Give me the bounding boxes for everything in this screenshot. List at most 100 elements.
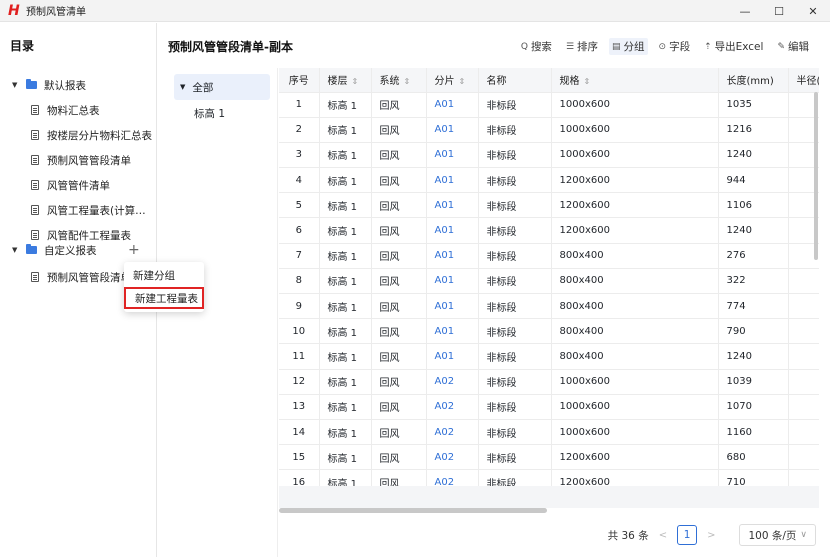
table-cell: 回风 — [371, 369, 427, 395]
table-cell: 790 — [718, 318, 789, 345]
table-row[interactable]: 3 标高 1 回风 A01 非标段 1000x600 1240 — [279, 142, 819, 169]
maximize-button[interactable]: ☐ — [762, 0, 796, 22]
tree-folder-default-reports[interactable]: ▼ 默认报表 — [12, 73, 86, 97]
document-icon — [31, 155, 39, 165]
table-cell: 1000x600 — [551, 142, 719, 169]
tree-item-custom-duct-segment-list[interactable]: 预制风管管段清单 — [31, 265, 131, 289]
table-cell: 1200x600 — [551, 167, 719, 194]
next-page-button[interactable]: > — [707, 530, 715, 541]
table-cell: 标高 1 — [319, 318, 372, 345]
table-cell: 774 — [718, 293, 789, 320]
page-size-value: 100 条/页 — [748, 529, 797, 542]
table-cell: 3 — [279, 142, 320, 169]
table-cell: 回风 — [371, 394, 427, 420]
table-cell: 4 — [279, 167, 320, 194]
sort-label: 排序 — [577, 41, 599, 53]
table-row[interactable]: 1 标高 1 回风 A01 非标段 1000x600 1035 — [279, 92, 819, 118]
table-row[interactable]: 4 标高 1 回风 A01 非标段 1200x600 944 — [279, 167, 819, 194]
table-row[interactable]: 2 标高 1 回风 A01 非标段 1000x600 1216 — [279, 117, 819, 143]
column-header[interactable]: 系统 ⇕ — [371, 68, 427, 93]
edit-button[interactable]: ✎ 编辑 — [774, 38, 812, 55]
page-1-button[interactable]: 1 — [677, 525, 698, 545]
tree-item-label: 预制风管管段清单 — [47, 271, 131, 284]
table-cell: A02 — [426, 369, 479, 395]
table-cell: A01 — [426, 142, 479, 169]
page-size-select[interactable]: 100 条/页 ∨ — [739, 524, 816, 546]
table-row[interactable]: 15 标高 1 回风 A02 非标段 1200x600 680 — [279, 444, 819, 471]
table-cell: 标高 1 — [319, 192, 372, 219]
table-cell: 1216 — [718, 117, 789, 143]
window-title: 预制风管清单 — [26, 7, 86, 18]
tree-item-duct-fitting-list[interactable]: 风管管件清单 — [31, 173, 110, 197]
table-cell: 回风 — [371, 293, 427, 320]
table-cell: 12 — [279, 369, 320, 395]
caret-down-icon[interactable]: ▼ — [12, 81, 20, 89]
document-icon — [31, 130, 39, 140]
table-cell: 非标段 — [478, 92, 552, 118]
group-button[interactable]: ▤ 分组 — [609, 38, 648, 55]
table-row[interactable]: 12 标高 1 回风 A02 非标段 1000x600 1039 — [279, 369, 819, 395]
table-row[interactable]: 6 标高 1 回风 A01 非标段 1200x600 1240 — [279, 217, 819, 244]
field-button[interactable]: ⊙ 字段 — [656, 38, 694, 55]
table-cell: 标高 1 — [319, 469, 372, 486]
tree-item-floor-material-summary[interactable]: 按楼层分片物料汇总表 — [31, 123, 152, 147]
sort-toggle-icon[interactable]: ⇕ — [584, 77, 591, 86]
table-cell: 680 — [718, 444, 789, 471]
group-all-item[interactable]: ▼ 全部 — [174, 74, 270, 100]
table-cell: 1000x600 — [551, 419, 719, 446]
document-icon — [31, 180, 39, 190]
table-cell: 标高 1 — [319, 419, 372, 446]
group-all-label: 全部 — [192, 81, 214, 94]
table-cell: 回风 — [371, 92, 427, 118]
table-cell: A01 — [426, 167, 479, 194]
table-cell: 1200x600 — [551, 217, 719, 244]
column-header[interactable]: 分片 ⇕ — [426, 68, 479, 93]
table-cell: 非标段 — [478, 469, 552, 486]
table-cell: 标高 1 — [319, 369, 372, 395]
table-cell: 非标段 — [478, 444, 552, 471]
table-cell — [788, 318, 819, 345]
sort-toggle-icon[interactable]: ⇕ — [459, 77, 466, 86]
sort-toggle-icon[interactable]: ⇕ — [352, 77, 359, 86]
edit-label: 编辑 — [788, 41, 809, 53]
table-row[interactable]: 13 标高 1 回风 A02 非标段 1000x600 1070 — [279, 394, 819, 420]
vertical-scrollbar[interactable] — [814, 92, 818, 260]
caret-down-icon[interactable]: ▼ — [180, 83, 185, 91]
sort-toggle-icon[interactable]: ⇕ — [404, 77, 411, 86]
table-row[interactable]: 11 标高 1 回风 A01 非标段 800x400 1240 — [279, 343, 819, 370]
group-sub-item[interactable]: 标高 1 — [194, 106, 225, 121]
table-cell: 1106 — [718, 192, 789, 219]
column-header-label: 楼层 — [327, 76, 348, 88]
column-header[interactable]: 规格 ⇕ — [551, 68, 719, 93]
table-row[interactable]: 10 标高 1 回风 A01 非标段 800x400 790 — [279, 318, 819, 345]
chevron-down-icon: ∨ — [800, 530, 807, 540]
table-row[interactable]: 9 标高 1 回风 A01 非标段 800x400 774 — [279, 293, 819, 320]
table-row[interactable]: 16 标高 1 回风 A02 非标段 1200x600 710 — [279, 469, 819, 486]
table-row[interactable]: 14 标高 1 回风 A02 非标段 1000x600 1160 — [279, 419, 819, 446]
table-row[interactable]: 7 标高 1 回风 A01 非标段 800x400 276 — [279, 243, 819, 269]
close-button[interactable]: ✕ — [796, 0, 830, 22]
table-cell: 1070 — [718, 394, 789, 420]
minimize-button[interactable]: — — [728, 0, 762, 22]
tree-item-label: 物料汇总表 — [47, 104, 100, 117]
horizontal-scrollbar[interactable] — [279, 508, 547, 513]
table-cell: 16 — [279, 469, 320, 486]
sort-button[interactable]: ☰ 排序 — [563, 38, 601, 55]
table-cell: 回风 — [371, 343, 427, 370]
tree-folder-custom-reports[interactable]: ▼ 自定义报表 + — [12, 238, 157, 262]
toolbar: Q 搜索 ☰ 排序 ▤ 分组 ⊙ 字段 ⇡ 导出Excel ✎ 编辑 — [510, 38, 812, 55]
column-header[interactable]: 楼层 ⇕ — [319, 68, 372, 93]
prev-page-button[interactable]: < — [659, 530, 667, 541]
export-excel-button[interactable]: ⇡ 导出Excel — [701, 38, 766, 55]
search-button[interactable]: Q 搜索 — [518, 38, 555, 55]
tree-item-duct-segment-list[interactable]: 预制风管管段清单 — [31, 148, 131, 172]
tree-item-material-summary[interactable]: 物料汇总表 — [31, 98, 100, 122]
table-row[interactable]: 5 标高 1 回风 A01 非标段 1200x600 1106 — [279, 192, 819, 219]
tree-item-duct-quantity[interactable]: 风管工程量表(计算… — [31, 198, 146, 222]
table-cell: 标高 1 — [319, 92, 372, 118]
caret-down-icon[interactable]: ▼ — [12, 246, 20, 254]
export-icon: ⇡ — [704, 41, 712, 52]
table-row[interactable]: 8 标高 1 回风 A01 非标段 800x400 322 — [279, 268, 819, 295]
add-icon[interactable]: + — [128, 242, 140, 258]
table-cell: 1039 — [718, 369, 789, 395]
